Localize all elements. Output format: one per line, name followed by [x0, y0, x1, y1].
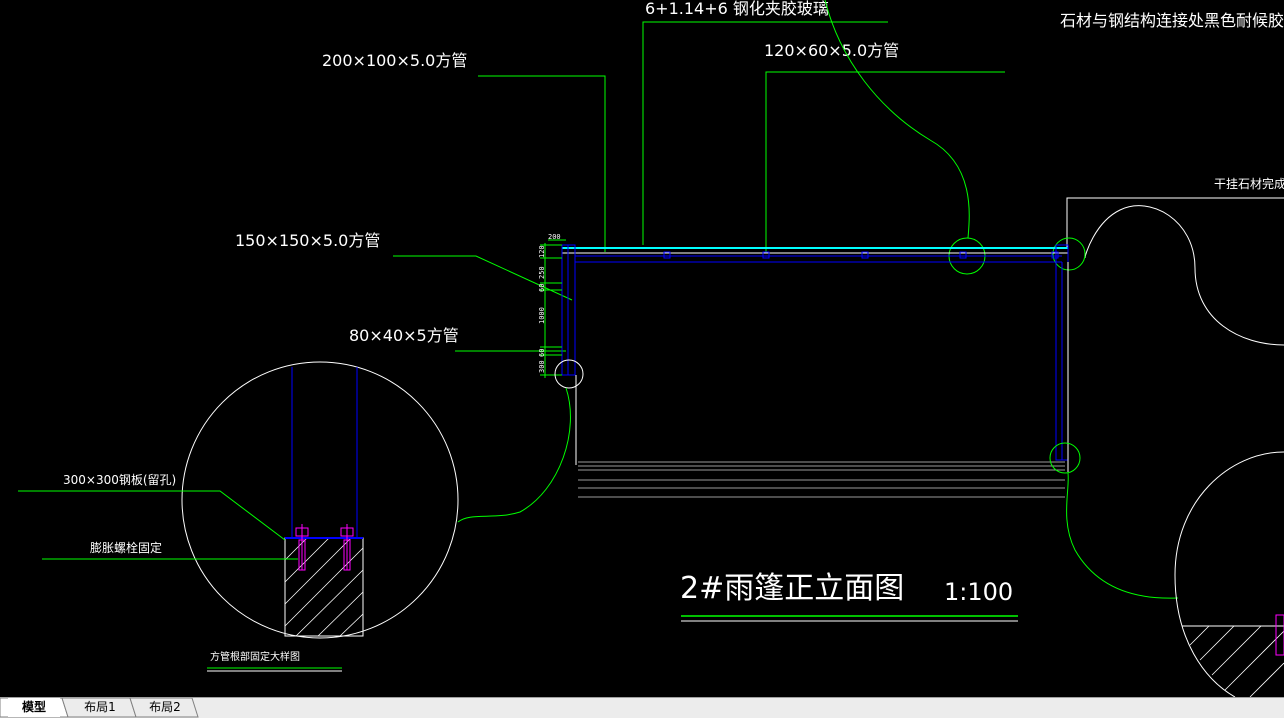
- tab-layout1[interactable]: 布局1: [72, 698, 128, 717]
- dim-300: 300: [538, 360, 546, 373]
- main-title: 2#雨篷正立面图: [680, 571, 904, 606]
- label-detail-title: 方管根部固定大样图: [210, 650, 300, 663]
- canopy-frame: [561, 244, 1069, 472]
- label-tube-150: 150×150×5.0方管: [235, 231, 380, 250]
- leader-tube-200: [478, 75, 606, 252]
- ground-lines: [578, 461, 1065, 498]
- layout-tab-bar: 模型 布局1 布局2: [0, 697, 1284, 718]
- leader-stone-finish: [1066, 197, 1284, 248]
- drawing-canvas[interactable]: 6+1.14+6 钢化夹胶玻璃 石材与钢结构连接处黑色耐候胶密封 200×100…: [0, 0, 1284, 697]
- leader-steel-plate: [18, 490, 286, 541]
- detail-enlarged-right: [1174, 451, 1284, 697]
- dim-250: 250: [538, 266, 546, 279]
- label-tube-120: 120×60×5.0方管: [764, 41, 899, 60]
- dim-120: 120: [538, 245, 546, 258]
- tab-layout2[interactable]: 布局2: [137, 698, 193, 717]
- tab-model[interactable]: 模型: [8, 698, 60, 717]
- label-stone-finish: 干挂石材完成面: [1214, 176, 1284, 191]
- detail-enlarged-base: [181, 361, 459, 639]
- scale-label: 1:100: [944, 578, 1013, 606]
- leader-right-curve: [1066, 472, 1179, 599]
- dim-60b: 60: [538, 349, 546, 357]
- label-stone-seal: 石材与钢结构连接处黑色耐候胶密封: [1060, 11, 1284, 30]
- label-steel-plate: 300×300钢板(留孔): [63, 473, 176, 487]
- label-anchor-bolt: 膨胀螺栓固定: [90, 540, 162, 555]
- label-glass-top: 6+1.14+6 钢化夹胶玻璃: [645, 0, 829, 18]
- label-tube-200: 200×100×5.0方管: [322, 51, 467, 70]
- detail-circle-right-base: [1049, 442, 1081, 474]
- dim-60a: 60: [538, 284, 546, 292]
- cad-drawing[interactable]: 6+1.14+6 钢化夹胶玻璃 石材与钢结构连接处黑色耐候胶密封 200×100…: [0, 0, 1284, 697]
- dim-1000: 1000: [538, 307, 546, 324]
- label-tube-80: 80×40×5方管: [349, 326, 459, 345]
- leader-base-curve: [457, 387, 571, 523]
- detail-circle-base: [554, 359, 584, 389]
- dim-200: 200: [548, 233, 561, 241]
- leader-seal-curve: [824, 0, 970, 239]
- detail-circle-right-top: [1084, 205, 1284, 346]
